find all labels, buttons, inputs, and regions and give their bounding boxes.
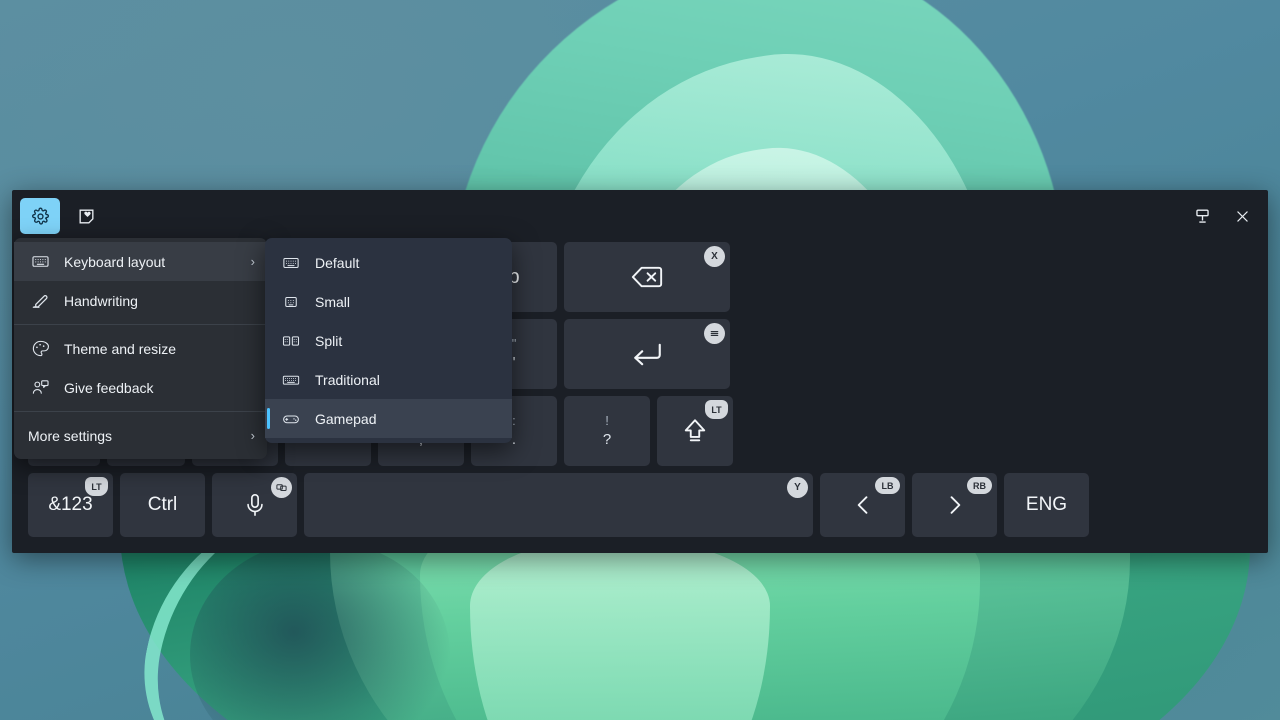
- shift-icon: [680, 416, 710, 446]
- menu-separator: [14, 324, 267, 325]
- key-[interactable]: !?: [564, 396, 650, 466]
- dock-icon: [1193, 207, 1212, 226]
- key-primary-label: ': [512, 353, 516, 371]
- wallpaper-shape-lower-4: [470, 540, 770, 720]
- gamepad-hint-badge: RB: [967, 477, 992, 494]
- gamepad-hint-badge: Y: [787, 477, 808, 498]
- keyboard-default-icon: [279, 254, 303, 272]
- close-icon: [1234, 208, 1251, 225]
- feedback-icon: [28, 378, 52, 397]
- dock-keyboard-button[interactable]: [1184, 200, 1220, 232]
- settings-menu-item-label: Give feedback: [64, 379, 154, 396]
- settings-button[interactable]: [20, 198, 60, 234]
- settings-menu-item-label: Handwriting: [64, 292, 138, 309]
- microphone-icon: [242, 492, 268, 518]
- row-modifiers: &123 LT Ctrl Y LB RB ENG: [28, 473, 1252, 537]
- layout-option-gamepad[interactable]: Gamepad: [265, 399, 512, 438]
- layout-option-label: Gamepad: [315, 410, 377, 427]
- keyboard-traditional-icon: [279, 371, 303, 389]
- settings-menu-item-keyboard-layout[interactable]: Keyboard layout ›: [14, 242, 267, 281]
- key-label: Ctrl: [147, 494, 178, 515]
- key-ctrl[interactable]: Ctrl: [120, 473, 205, 537]
- wallpaper-shadow-pocket: [190, 540, 450, 720]
- layout-option-small[interactable]: Small: [265, 282, 512, 321]
- key-primary-label: ?: [602, 430, 612, 448]
- key-enter[interactable]: [564, 319, 730, 389]
- sticker-heart-icon: [77, 207, 96, 226]
- key-label: ENG: [1025, 494, 1068, 515]
- gamepad-hint-badge: LT: [705, 400, 728, 419]
- key-right-arrow[interactable]: RB: [912, 473, 997, 537]
- settings-menu-item-handwriting[interactable]: Handwriting: [14, 281, 267, 320]
- keyboard-small-icon: [279, 293, 303, 311]
- layout-option-default[interactable]: Default: [265, 243, 512, 282]
- titlebar-right-group: [1184, 200, 1260, 232]
- layout-option-label: Default: [315, 254, 360, 271]
- chevron-right-icon: ›: [250, 254, 255, 269]
- gamepad-hint-badge: X: [704, 246, 725, 267]
- key-dual-label: !?: [603, 414, 611, 447]
- key-dual-label: " ': [512, 337, 517, 370]
- key-123[interactable]: &123 LT: [28, 473, 113, 537]
- key-secondary-label: :: [512, 413, 516, 429]
- key-space[interactable]: Y: [304, 473, 813, 537]
- gamepad-hint-view-icon: [271, 477, 292, 498]
- key-dual-label: :.: [512, 414, 516, 447]
- gamepad-hint-badge: LB: [875, 477, 900, 494]
- backspace-icon: [630, 260, 664, 294]
- settings-menu-item-theme-and-resize[interactable]: Theme and resize: [14, 329, 267, 368]
- gamepad-hint-menu-icon: [704, 323, 725, 344]
- enter-icon: [630, 337, 664, 371]
- key-shift[interactable]: LT: [657, 396, 733, 466]
- settings-menu-item-label: More settings: [28, 427, 113, 444]
- touch-keyboard-window: 5t6y7u8i9o0pXghjkl"'vbnm;,:.!?LT&123LTCt…: [12, 190, 1268, 553]
- layout-option-label: Split: [315, 332, 343, 349]
- settings-menu: Keyboard layout › Handwriting Theme and res…: [14, 238, 267, 459]
- key-microphone[interactable]: [212, 473, 297, 537]
- layout-option-traditional[interactable]: Traditional: [265, 360, 512, 399]
- layout-option-label: Small: [315, 293, 351, 310]
- keyboard-layout-submenu: Default Small Split Traditional Gamepad: [265, 238, 512, 443]
- layout-option-split[interactable]: Split: [265, 321, 512, 360]
- titlebar-left-group: [20, 198, 106, 234]
- keyboard-titlebar: [12, 190, 1268, 242]
- key-eng[interactable]: ENG: [1004, 473, 1089, 537]
- key-secondary-label: !: [605, 413, 609, 429]
- menu-separator: [14, 411, 267, 412]
- key-primary-label: .: [511, 430, 517, 448]
- right-arrow-icon: [942, 492, 968, 518]
- settings-menu-item-label: Theme and resize: [64, 340, 177, 357]
- desktop-wallpaper: 5t6y7u8i9o0pXghjkl"'vbnm;,:.!?LT&123LTCt…: [0, 0, 1280, 720]
- key-secondary-label: ": [511, 336, 517, 352]
- keyboard-icon: [28, 252, 52, 271]
- key-label: &123: [48, 494, 93, 515]
- palette-icon: [28, 339, 52, 358]
- key-left-arrow[interactable]: LB: [820, 473, 905, 537]
- keyboard-split-icon: [279, 332, 303, 350]
- gamepad-icon: [279, 410, 303, 428]
- gear-icon: [31, 207, 50, 226]
- handwriting-icon: [28, 291, 52, 310]
- settings-menu-item-label: Keyboard layout: [64, 253, 166, 270]
- layout-option-label: Traditional: [315, 371, 380, 388]
- close-button[interactable]: [1224, 200, 1260, 232]
- settings-menu-item-give-feedback[interactable]: Give feedback: [14, 368, 267, 407]
- stickers-emoji-button[interactable]: [66, 198, 106, 234]
- gamepad-hint-badge: LT: [85, 477, 108, 496]
- settings-menu-item-more-settings[interactable]: More settings ›: [14, 416, 267, 455]
- left-arrow-icon: [850, 492, 876, 518]
- key-backspace[interactable]: X: [564, 242, 730, 312]
- chevron-right-icon: ›: [250, 428, 255, 443]
